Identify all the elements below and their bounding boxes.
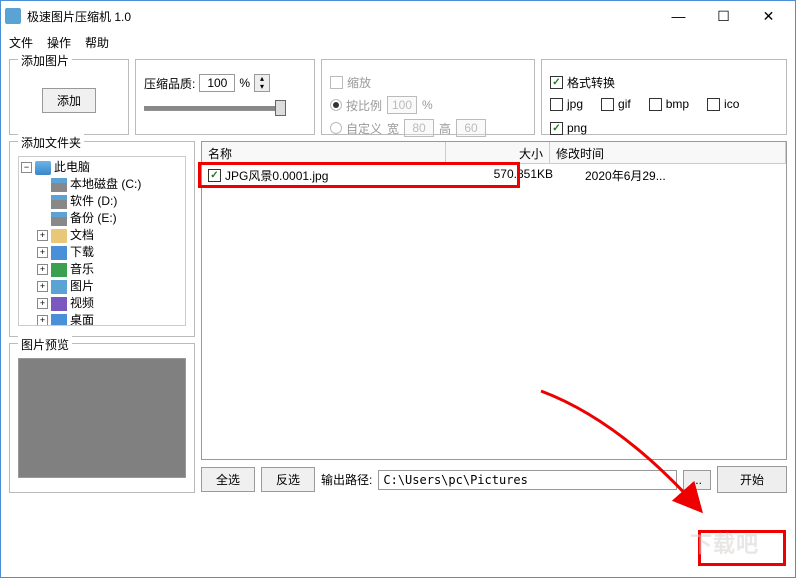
col-name[interactable]: 名称	[202, 142, 446, 163]
quality-slider[interactable]	[144, 106, 284, 111]
drive-icon	[51, 178, 67, 192]
app-icon	[5, 8, 21, 24]
file-size: 570.851KB	[449, 167, 553, 184]
group-add-folder: 添加文件夹 −此电脑 本地磁盘 (C:) 软件 (D:) 备份 (E:) +文档…	[9, 141, 195, 337]
format-jpg-checkbox[interactable]: jpg	[550, 97, 583, 111]
quality-label: 压缩品质:	[144, 75, 195, 92]
format-ico-checkbox[interactable]: ico	[707, 97, 739, 111]
file-checkbox[interactable]: ✓	[208, 167, 221, 184]
group-preview: 图片预览	[9, 343, 195, 493]
group-add-folder-title: 添加文件夹	[18, 134, 84, 151]
output-path-input[interactable]: C:\Users\pc\Pictures	[378, 470, 677, 490]
file-name: JPG风景0.0001.jpg	[225, 167, 449, 184]
minimize-button[interactable]: —	[656, 2, 701, 30]
bottom-bar: 全选 反选 输出路径: C:\Users\pc\Pictures ... 开始	[201, 460, 787, 493]
drive-icon	[51, 195, 67, 209]
start-button[interactable]: 开始	[717, 466, 787, 493]
output-path-label: 输出路径:	[321, 471, 372, 488]
watermark: 下载吧	[690, 527, 759, 559]
quality-input[interactable]	[199, 74, 235, 92]
menu-help[interactable]: 帮助	[85, 34, 109, 51]
desktop-icon	[51, 314, 67, 327]
scale-enable-checkbox[interactable]: 缩放	[330, 74, 371, 91]
col-mtime[interactable]: 修改时间	[550, 142, 786, 163]
title-bar: 极速图片压缩机 1.0 — ☐ ✕	[1, 1, 795, 31]
col-size[interactable]: 大小	[446, 142, 550, 163]
drive-icon	[51, 212, 67, 226]
format-png-checkbox[interactable]: ✓png	[550, 121, 587, 135]
tree-expand-icon[interactable]: +	[37, 298, 48, 309]
quality-spinner[interactable]: ▴▾	[254, 74, 270, 92]
menu-operate[interactable]: 操作	[47, 34, 71, 51]
group-quality: 压缩品质: % ▴▾	[135, 59, 315, 135]
group-add-image: 添加图片 添加	[9, 59, 129, 135]
scale-by-ratio-radio[interactable]: 按比例	[330, 97, 382, 114]
folder-icon	[51, 229, 67, 243]
group-scale: 缩放 按比例 % 自定义 宽 高	[321, 59, 535, 135]
download-icon	[51, 246, 67, 260]
invert-selection-button[interactable]: 反选	[261, 467, 315, 492]
tree-expand-icon[interactable]: +	[37, 281, 48, 292]
folder-tree[interactable]: −此电脑 本地磁盘 (C:) 软件 (D:) 备份 (E:) +文档 +下载 +…	[18, 156, 186, 326]
close-button[interactable]: ✕	[746, 2, 791, 30]
file-mtime: 2020年6月29...	[553, 167, 666, 184]
scale-custom-radio[interactable]: 自定义	[330, 120, 382, 137]
menu-file[interactable]: 文件	[9, 34, 33, 51]
video-icon	[51, 297, 67, 311]
scale-height-input	[456, 119, 486, 137]
file-row[interactable]: ✓ JPG风景0.0001.jpg 570.851KB 2020年6月29...	[202, 164, 786, 187]
tree-expand-icon[interactable]: +	[37, 230, 48, 241]
format-bmp-checkbox[interactable]: bmp	[649, 97, 689, 111]
file-list-header: 名称 大小 修改时间	[202, 142, 786, 164]
group-format: ✓格式转换 jpg gif bmp ico ✓png	[541, 59, 787, 135]
format-gif-checkbox[interactable]: gif	[601, 97, 631, 111]
maximize-button[interactable]: ☐	[701, 2, 746, 30]
preview-area	[18, 358, 186, 478]
tree-collapse-icon[interactable]: −	[21, 162, 32, 173]
group-add-image-title: 添加图片	[18, 52, 72, 69]
tree-expand-icon[interactable]: +	[37, 247, 48, 258]
annotation-highlight	[698, 530, 786, 566]
scale-ratio-input	[387, 96, 417, 114]
window-title: 极速图片压缩机 1.0	[27, 8, 656, 25]
scale-width-input	[404, 119, 434, 137]
tree-expand-icon[interactable]: +	[37, 315, 48, 326]
file-list[interactable]: 名称 大小 修改时间 ✓ JPG风景0.0001.jpg 570.851KB 2…	[201, 141, 787, 460]
format-enable-checkbox[interactable]: ✓格式转换	[550, 74, 615, 91]
menu-bar: 文件 操作 帮助	[1, 31, 795, 53]
browse-button[interactable]: ...	[683, 470, 711, 490]
tree-expand-icon[interactable]: +	[37, 264, 48, 275]
picture-icon	[51, 280, 67, 294]
quality-percent: %	[239, 76, 250, 90]
computer-icon	[35, 161, 51, 175]
select-all-button[interactable]: 全选	[201, 467, 255, 492]
group-preview-title: 图片预览	[18, 336, 72, 353]
add-button[interactable]: 添加	[42, 88, 96, 113]
music-icon	[51, 263, 67, 277]
